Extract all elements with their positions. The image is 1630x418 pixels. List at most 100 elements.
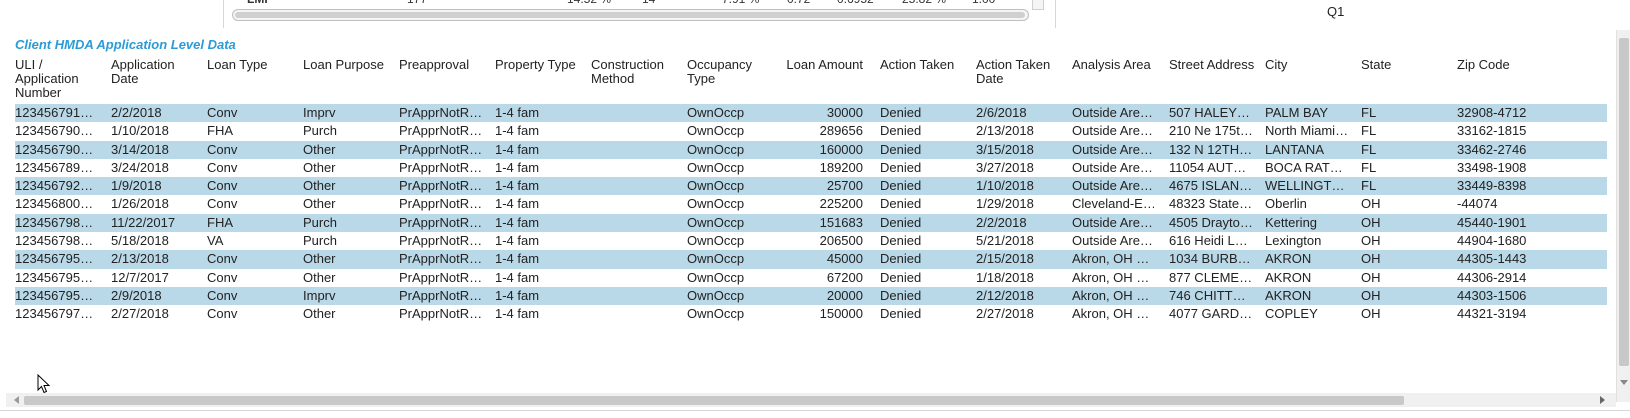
table-row[interactable]: 123456790… 1/10/2018 FHA Purch PrApprNotR… 1-… [15,122,1607,140]
cell-action: Denied [880,215,922,230]
cell-zip: 44303-1506 [1457,288,1527,303]
cell-preapproval: PrApprNotR… [399,252,483,267]
cell-loan-amount: 225200 [819,197,863,212]
column-header-street[interactable]: Street Address [1169,58,1257,72]
cell-preapproval: PrApprNotR… [399,288,483,303]
cell-street: 11054 AUT… [1169,160,1247,175]
cell-state: FL [1361,160,1377,175]
column-header-state[interactable]: State [1361,58,1449,72]
cell-action-date: 5/21/2018 [976,234,1034,249]
cell-app-date: 3/14/2018 [111,142,169,157]
column-header-construction[interactable]: Construction Method [591,58,679,86]
cell-uli: 123456789… [15,160,94,175]
cell-city: North Miami… [1265,124,1349,139]
horizontal-scrollbar[interactable] [6,393,1616,407]
table-row[interactable]: 123456789… 3/24/2018 Conv Other PrApprNotR… 1… [15,159,1607,177]
previous-visual-strip: LMI 177 14.52 % 14 7.91 % 0.72 0.6952 25.82 % 1.… [0,0,1630,30]
vertical-scrollbar[interactable] [1616,30,1630,402]
cell-city: BOCA RAT… [1265,160,1343,175]
cell-loan-purpose: Other [303,197,336,212]
column-header-analysis-area[interactable]: Analysis Area [1072,58,1154,72]
cell-loan-amount: 189200 [819,160,863,175]
cell-loan-purpose: Purch [303,124,337,139]
column-header-loan-type[interactable]: Loan Type [207,58,295,72]
cell-occupancy: OwnOccp [687,234,745,249]
table-body: 123456791… 2/2/2018 Conv Imprv PrApprNotR… 1-… [15,104,1607,324]
summary-row-label: LMI [247,0,268,6]
cell-loan-amount: 45000 [826,252,863,267]
column-header-action[interactable]: Action Taken [880,58,968,72]
cell-loan-purpose: Purch [303,215,337,230]
cell-action: Denied [880,160,922,175]
vertical-scroll-thumb[interactable] [1619,38,1629,366]
cell-property-type: 1-4 fam [495,197,540,212]
cell-city: Oberlin [1265,197,1307,212]
cell-property-type: 1-4 fam [495,234,540,249]
cell-zip: 33162-1815 [1457,124,1527,139]
cell-app-date: 1/9/2018 [111,179,162,194]
column-header-city[interactable]: City [1265,58,1351,72]
cell-street: 48323 State… [1169,197,1253,212]
horizontal-scroll-thumb[interactable] [24,396,1404,405]
cell-occupancy: OwnOccp [687,197,745,212]
table-row[interactable]: 123456791… 2/2/2018 Conv Imprv PrApprNotR… 1-… [15,104,1607,123]
cell-occupancy: OwnOccp [687,270,745,285]
cell-uli: 123456798… [15,234,94,249]
cell-analysis-area: Outside Are… [1072,106,1153,120]
cell-analysis-area: Akron, OH … [1072,252,1150,267]
table-row[interactable]: 123456798… 11/22/2017 FHA Purch PrApprNotR… 1… [15,213,1607,233]
cell-property-type: 1-4 fam [495,270,540,285]
column-header-action-date[interactable]: Action Taken Date [976,58,1064,86]
cell-loan-amount: 67200 [826,270,863,285]
summary-value: 14.52 % [567,0,611,6]
cell-uli: 123456795… [15,252,94,267]
cell-zip: -44074 [1457,197,1498,212]
arrow-left-icon[interactable] [14,396,19,404]
column-header-loan-purpose[interactable]: Loan Purpose [303,58,391,72]
cell-loan-purpose: Imprv [303,288,336,303]
cell-action: Denied [880,234,922,249]
summary-value: 25.82 % [902,0,946,6]
column-header-zip[interactable]: Zip Code [1457,58,1545,72]
summary-horizontal-scrollbar[interactable] [232,9,1029,21]
summary-vertical-scrollbar[interactable] [1032,0,1044,10]
cell-preapproval: PrApprNotR… [399,106,483,120]
table-row[interactable]: 123456797… 2/27/2018 Conv Other PrApprNotR… 1… [15,305,1607,323]
cell-action: Denied [880,124,922,139]
cell-zip: 32908-4712 [1457,106,1527,120]
cell-loan-type: Conv [207,160,238,175]
table-row[interactable]: 123456798… 5/18/2018 VA Purch PrApprNotR… 1-4… [15,232,1607,250]
arrow-right-icon[interactable] [1600,396,1605,404]
scrollbar-thumb[interactable] [235,12,1025,18]
table-row[interactable]: 123456795… 2/9/2018 Conv Imprv PrApprNotR… 1-… [15,286,1607,306]
cell-analysis-area: Outside Are… [1072,124,1153,139]
arrow-down-icon[interactable] [1620,380,1628,385]
cell-action-date: 2/12/2018 [976,288,1034,303]
column-header-property-type[interactable]: Property Type [495,58,583,72]
table-row[interactable]: 123456790… 3/14/2018 Conv Other PrApprNotR… 1… [15,140,1607,159]
cell-street: 4505 Drayto… [1169,215,1253,230]
column-header-occupancy[interactable]: Occupancy Type [687,58,775,86]
table-row[interactable]: 123456795… 2/13/2018 Conv Other PrApprNotR… 1… [15,250,1607,269]
cell-zip: 33498-1908 [1457,160,1527,175]
cell-property-type: 1-4 fam [495,307,540,322]
cell-action-date: 2/6/2018 [976,106,1027,120]
cell-uli: 123456798… [15,215,94,230]
cell-city: PALM BAY [1265,106,1329,120]
column-header-app-date[interactable]: Application Date [111,58,199,86]
table-row[interactable]: 123456792… 1/9/2018 Conv Other PrApprNotR… 1-… [15,177,1607,196]
cell-city: COPLEY [1265,307,1318,322]
column-header-loan-amount[interactable]: Loan Amount [783,58,863,72]
table-row[interactable]: 123456795… 12/7/2017 Conv Other PrApprNotR… 1… [15,269,1607,287]
column-header-preapproval[interactable]: Preapproval [399,58,483,72]
column-header-uli[interactable]: ULI / Application Number [15,58,103,100]
cell-loan-type: FHA [207,215,233,230]
cell-property-type: 1-4 fam [495,106,540,120]
cell-loan-amount: 206500 [819,234,863,249]
cell-uli: 123456790… [15,142,94,157]
cell-action: Denied [880,270,922,285]
summary-value: 7.91 % [722,0,759,6]
cell-state: OH [1361,197,1381,212]
table-row[interactable]: 123456800… 1/26/2018 Conv Other PrApprNotR… 1… [15,195,1607,213]
cell-property-type: 1-4 fam [495,215,540,230]
